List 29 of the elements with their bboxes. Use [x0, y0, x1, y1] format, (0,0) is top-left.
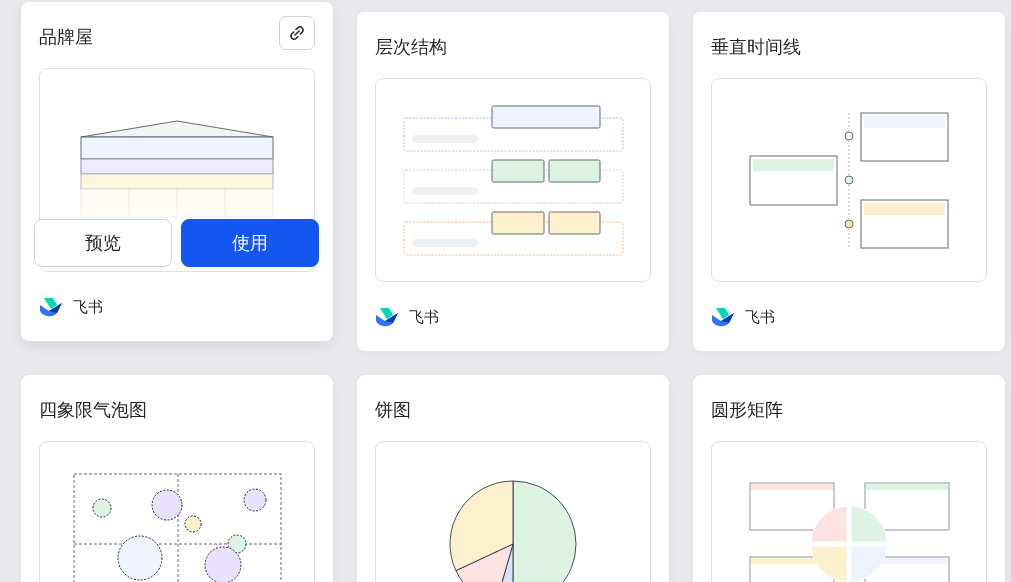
bird-logo-icon — [711, 307, 735, 327]
template-card[interactable]: 垂直时间线 飞书 — [693, 12, 1005, 351]
use-button[interactable]: 使用 — [181, 219, 319, 267]
template-card[interactable]: 层次结构 飞书 — [357, 12, 669, 351]
bubble — [117, 535, 163, 581]
preview-button[interactable]: 预览 — [34, 219, 172, 267]
template-card[interactable]: 圆形矩阵 — [693, 375, 1005, 582]
template-card[interactable]: 品牌屋 预览 使用 飞书 — [21, 2, 333, 341]
bubble — [92, 498, 112, 518]
card-title: 圆形矩阵 — [711, 398, 783, 422]
circle-quadrant — [850, 545, 888, 582]
card-title: 垂直时间线 — [711, 35, 801, 59]
card-title: 品牌屋 — [39, 25, 93, 49]
template-card[interactable]: 四象限气泡图 — [21, 375, 333, 582]
bird-logo-icon — [39, 297, 63, 317]
source-label: 飞书 — [73, 297, 103, 318]
circle-quadrant — [810, 545, 848, 582]
bubble — [243, 488, 267, 512]
link-icon — [289, 25, 305, 41]
card-title: 饼图 — [375, 398, 411, 422]
source-label: 飞书 — [409, 307, 439, 328]
template-card[interactable]: 饼图 — [357, 375, 669, 582]
card-title: 层次结构 — [375, 35, 447, 59]
circle-quadrant — [850, 505, 888, 543]
copy-link-button[interactable] — [279, 16, 315, 50]
bird-logo-icon — [375, 307, 399, 327]
circle-quadrant — [810, 505, 848, 543]
card-title: 四象限气泡图 — [39, 398, 147, 422]
source-label: 飞书 — [745, 307, 775, 328]
